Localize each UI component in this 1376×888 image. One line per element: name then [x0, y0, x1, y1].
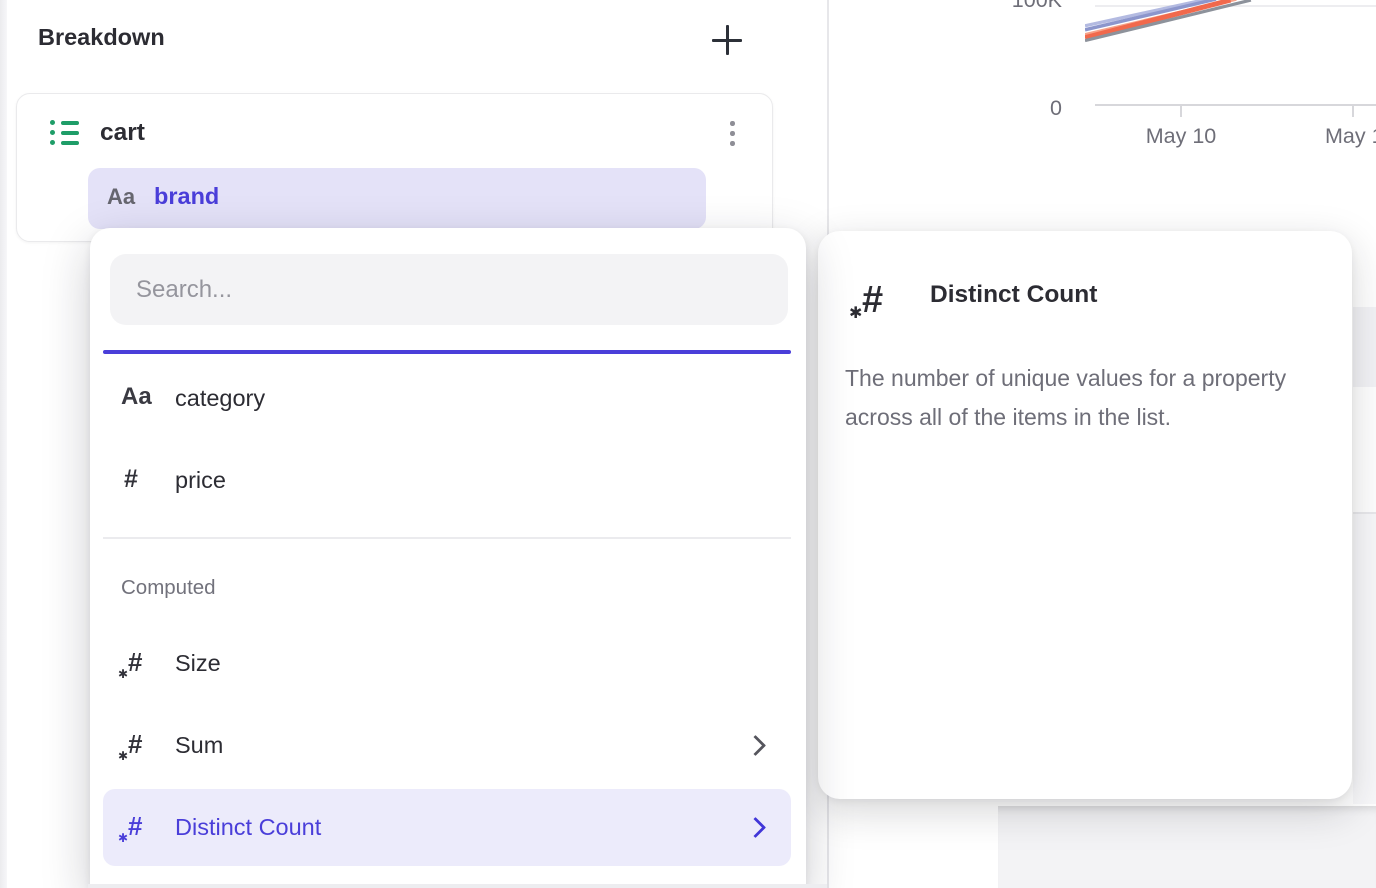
chart-x-axis: [1095, 104, 1376, 106]
add-breakdown-button[interactable]: [705, 18, 749, 62]
dropdown-footer-divider: [88, 884, 827, 888]
dropdown-divider: [103, 537, 791, 539]
line-chart-series: [1085, 0, 1376, 110]
selected-property-label: brand: [154, 183, 219, 210]
text-type-icon: Aa: [121, 383, 152, 411]
plus-icon: [726, 25, 729, 55]
property-dropdown: Aa category # price Computed #✱ Size #✱ …: [90, 228, 806, 888]
dropdown-item-distinct-count[interactable]: #✱ Distinct Count: [103, 789, 791, 866]
number-type-icon: #: [124, 465, 138, 494]
computed-number-icon: #✱: [128, 647, 158, 677]
selected-property-chip[interactable]: Aa brand: [88, 168, 706, 229]
selected-item-indicator: [103, 350, 791, 354]
x-axis-tick: [1352, 106, 1354, 117]
property-info-tooltip: #✱ Distinct Count The number of unique v…: [818, 231, 1352, 799]
computed-number-icon: #✱: [862, 279, 904, 321]
dropdown-item-label: Size: [175, 650, 221, 677]
app-canvas: Breakdown cart Aa brand Aa category # pr…: [0, 0, 1376, 888]
computed-number-icon: #✱: [128, 729, 158, 759]
dropdown-item-label: price: [175, 467, 226, 494]
background-row-band: [1353, 514, 1376, 804]
dropdown-item-label: Distinct Count: [175, 814, 321, 841]
chevron-right-icon: [745, 817, 766, 838]
tooltip-title: Distinct Count: [930, 281, 1097, 309]
x-axis-label-may10: May 10: [1136, 124, 1226, 149]
background-section-block: [998, 806, 1376, 888]
text-type-icon: Aa: [107, 184, 135, 210]
more-options-icon[interactable]: [727, 119, 739, 149]
background-row-band: [1353, 307, 1376, 387]
list-property-icon: [50, 120, 80, 148]
computed-section-label: Computed: [121, 576, 216, 600]
y-axis-label-100k: 100K: [1000, 0, 1062, 13]
breakdown-section-title: Breakdown: [38, 24, 165, 51]
dropdown-item-label: category: [175, 385, 265, 412]
search-input[interactable]: [110, 254, 788, 325]
tooltip-description: The number of unique values for a proper…: [845, 359, 1315, 437]
x-axis-label-may1x: May 1: [1325, 124, 1376, 149]
group-name-label[interactable]: cart: [100, 119, 145, 147]
chevron-right-icon: [745, 735, 766, 756]
y-axis-label-0: 0: [1000, 96, 1062, 121]
x-axis-tick: [1180, 106, 1182, 117]
computed-number-icon: #✱: [128, 811, 158, 841]
dropdown-item-label: Sum: [175, 732, 223, 759]
panel-edge-shadow: [0, 0, 7, 888]
